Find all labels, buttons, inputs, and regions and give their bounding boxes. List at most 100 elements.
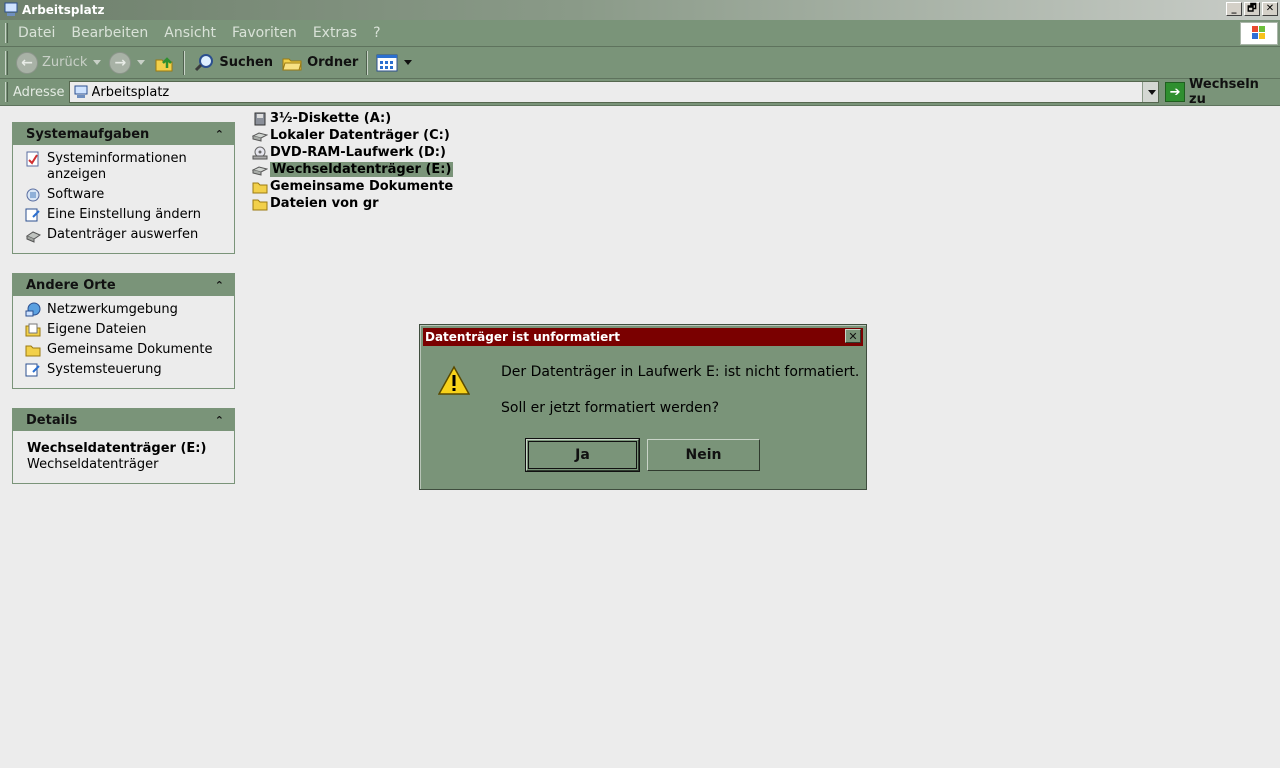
- folder-icon: [252, 199, 268, 210]
- panel-other-places: Andere Orte ⌃ Netzwerkumgebung Eigene Da…: [12, 273, 235, 389]
- task-label: Systeminformationen anzeigen: [47, 151, 187, 182]
- computer-icon: [4, 2, 18, 16]
- panel-title: Andere Orte: [26, 277, 116, 293]
- back-button[interactable]: ← Zurück: [12, 49, 105, 77]
- details-type: Wechseldatenträger: [27, 457, 159, 472]
- toolbar-grip: [5, 50, 8, 75]
- maximize-button[interactable]: 🗗: [1244, 2, 1260, 16]
- place-label: Gemeinsame Dokumente: [47, 342, 213, 357]
- place-network[interactable]: Netzwerkumgebung: [25, 302, 224, 318]
- documents-folder-icon: [25, 323, 41, 337]
- file-item-local-disk[interactable]: Lokaler Datenträger (C:): [252, 127, 453, 144]
- panel-title: Details: [26, 412, 78, 428]
- back-dropdown-icon[interactable]: [93, 60, 102, 65]
- toolbar-separator: [183, 50, 186, 75]
- views-button[interactable]: [372, 49, 416, 77]
- search-button[interactable]: Suchen: [189, 49, 277, 77]
- panel-header[interactable]: Andere Orte ⌃: [13, 274, 234, 296]
- file-label: 3½-Diskette (A:): [270, 111, 392, 126]
- dialog-title-bar[interactable]: Datenträger ist unformatiert ✕: [423, 328, 863, 346]
- forward-dropdown-icon[interactable]: [137, 60, 146, 65]
- panel-system-tasks: Systemaufgaben ⌃ Systeminformationen anz…: [12, 122, 235, 254]
- folder-icon: [25, 345, 41, 357]
- folder-icon: [252, 182, 268, 193]
- folders-label: Ordner: [307, 55, 359, 70]
- back-label: Zurück: [42, 55, 88, 70]
- menu-favorites[interactable]: Favoriten: [224, 20, 305, 47]
- address-bar: Adresse ➔ Wechseln zu: [0, 77, 1280, 107]
- place-label: Eigene Dateien: [47, 322, 147, 337]
- file-item-floppy[interactable]: 3½-Diskette (A:): [252, 110, 453, 127]
- task-change-setting[interactable]: Eine Einstellung ändern: [25, 207, 224, 223]
- close-button[interactable]: ✕: [1262, 2, 1278, 16]
- close-icon: ✕: [848, 329, 858, 343]
- file-label: Gemeinsame Dokumente: [270, 179, 454, 194]
- collapse-icon[interactable]: ⌃: [215, 279, 224, 292]
- place-label: Netzwerkumgebung: [47, 302, 178, 317]
- title-bar: Arbeitsplatz _ 🗗 ✕: [0, 0, 1280, 20]
- place-shared-documents[interactable]: Gemeinsame Dokumente: [25, 342, 224, 358]
- file-item-user-files[interactable]: Dateien von gr: [252, 195, 453, 212]
- go-button[interactable]: ➔ Wechseln zu: [1165, 77, 1280, 107]
- search-icon: [195, 53, 214, 71]
- folders-button[interactable]: Ordner: [277, 49, 362, 77]
- file-label: Wechseldatenträger (E:): [270, 162, 454, 177]
- file-item-shared-docs[interactable]: Gemeinsame Dokumente: [252, 178, 453, 195]
- computer-icon: [74, 85, 88, 98]
- hard-drive-icon: [252, 131, 268, 142]
- go-label: Wechseln zu: [1189, 77, 1259, 107]
- views-dropdown-icon[interactable]: [404, 60, 413, 65]
- network-icon: [25, 302, 41, 317]
- panel-header[interactable]: Details ⌃: [13, 409, 234, 431]
- address-input[interactable]: [91, 84, 1132, 100]
- dialog-message: Der Datenträger in Laufwerk E: ist nicht…: [501, 364, 860, 380]
- control-panel-icon: [25, 208, 40, 222]
- forward-arrow-icon: →: [109, 51, 132, 74]
- menu-bar: Datei Bearbeiten Ansicht Favoriten Extra…: [0, 20, 1280, 47]
- address-field[interactable]: [68, 81, 1160, 103]
- menu-view[interactable]: Ansicht: [156, 20, 224, 47]
- warning-icon: [438, 365, 470, 395]
- dialog-title: Datenträger ist unformatiert: [425, 330, 620, 344]
- minimize-button[interactable]: _: [1226, 2, 1242, 16]
- collapse-icon[interactable]: ⌃: [215, 414, 224, 427]
- toolbar: ← Zurück → Suchen Ordner: [0, 47, 1280, 79]
- eject-drive-icon: [25, 231, 41, 243]
- windows-flag-icon: [1252, 26, 1265, 39]
- menu-help[interactable]: ?: [365, 20, 388, 47]
- folder-up-icon: [155, 56, 173, 71]
- system-info-icon: [26, 151, 39, 167]
- task-eject[interactable]: Datenträger auswerfen: [25, 227, 224, 243]
- up-button[interactable]: [149, 49, 179, 77]
- format-dialog: Datenträger ist unformatiert ✕ Der Daten…: [419, 324, 867, 490]
- menu-extras[interactable]: Extras: [305, 20, 365, 47]
- panel-title: Systemaufgaben: [26, 126, 150, 142]
- panel-header[interactable]: Systemaufgaben ⌃: [13, 123, 234, 145]
- place-control-panel[interactable]: Systemsteuerung: [25, 362, 224, 378]
- no-button[interactable]: Nein: [647, 439, 760, 471]
- menu-edit[interactable]: Bearbeiten: [63, 20, 156, 47]
- collapse-icon[interactable]: ⌃: [215, 128, 224, 141]
- task-software[interactable]: Software: [25, 187, 224, 203]
- chevron-down-icon: [1147, 89, 1156, 95]
- place-label: Systemsteuerung: [47, 362, 162, 377]
- toolbar-separator: [366, 50, 369, 75]
- dialog-close-button[interactable]: ✕: [845, 329, 861, 343]
- windows-logo: [1240, 22, 1278, 45]
- details-name: Wechseldatenträger (E:): [27, 441, 207, 456]
- address-dropdown-button[interactable]: [1142, 82, 1159, 102]
- forward-button[interactable]: →: [105, 49, 149, 77]
- task-label: Eine Einstellung ändern: [47, 207, 202, 222]
- yes-button[interactable]: Ja: [526, 439, 639, 471]
- task-system-info[interactable]: Systeminformationen anzeigen: [25, 151, 224, 183]
- removable-drive-icon: [252, 165, 268, 176]
- place-my-documents[interactable]: Eigene Dateien: [25, 322, 224, 338]
- file-label: Lokaler Datenträger (C:): [270, 128, 450, 143]
- task-label: Datenträger auswerfen: [47, 227, 199, 242]
- file-label: Dateien von gr: [270, 196, 379, 211]
- go-arrow-icon: ➔: [1165, 82, 1186, 102]
- dialog-question: Soll er jetzt formatiert werden?: [501, 400, 720, 416]
- menu-file[interactable]: Datei: [8, 20, 63, 47]
- file-item-removable[interactable]: Wechseldatenträger (E:): [252, 161, 454, 178]
- file-item-dvd[interactable]: DVD-RAM-Laufwerk (D:): [252, 144, 453, 161]
